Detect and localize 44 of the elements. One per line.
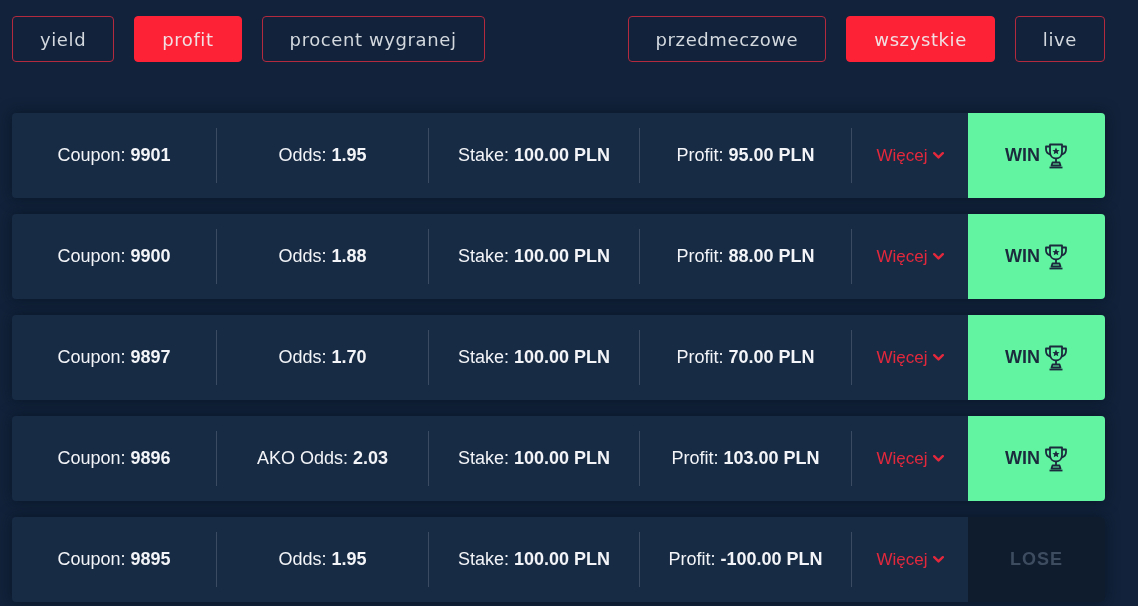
bet-type-tab[interactable]: wszystkie — [846, 16, 995, 62]
metric-tab[interactable]: yield — [12, 16, 115, 62]
metric-tab[interactable]: procent wygranej — [261, 16, 485, 62]
coupon-number: Coupon: 9897 — [57, 347, 171, 368]
odds-value: Odds: 1.95 — [278, 549, 367, 570]
more-link[interactable]: Więcej — [876, 246, 944, 267]
more-link[interactable]: Więcej — [876, 448, 944, 469]
coupon-number: Coupon: 9901 — [57, 145, 171, 166]
chevron-down-icon — [932, 152, 944, 159]
bet-type-tab[interactable]: live — [1014, 16, 1105, 62]
odds-value: AKO Odds: 2.03 — [256, 448, 389, 469]
odds-value: Odds: 1.88 — [278, 246, 367, 267]
odds-value: Odds: 1.70 — [278, 347, 367, 368]
trophy-icon — [1044, 344, 1068, 371]
more-link[interactable]: Więcej — [876, 347, 944, 368]
stake-amount: Stake: 100.00 PLN — [457, 145, 611, 166]
coupon-number: Coupon: 9900 — [57, 246, 171, 267]
profit-amount: Profit: 103.00 PLN — [671, 448, 820, 469]
chevron-down-icon — [932, 455, 944, 462]
trophy-icon — [1044, 445, 1068, 472]
result-text: WIN — [1005, 448, 1040, 469]
profit-amount: Profit: 88.00 PLN — [676, 246, 815, 267]
more-link[interactable]: Więcej — [876, 549, 944, 570]
odds-value: Odds: 1.95 — [278, 145, 367, 166]
profit-amount: Profit: 70.00 PLN — [676, 347, 815, 368]
result-text: WIN — [1005, 145, 1040, 166]
coupon-number: Coupon: 9896 — [57, 448, 171, 469]
chevron-down-icon — [932, 253, 944, 260]
chevron-down-icon — [932, 354, 944, 361]
result-text: WIN — [1005, 246, 1040, 267]
profit-amount: Profit: -100.00 PLN — [668, 549, 823, 570]
metric-tab[interactable]: profit — [134, 16, 242, 62]
chevron-down-icon — [932, 556, 944, 563]
stake-amount: Stake: 100.00 PLN — [457, 347, 611, 368]
more-link[interactable]: Więcej — [876, 145, 944, 166]
result-text: WIN — [1005, 347, 1040, 368]
bet-type-tab[interactable]: przedmeczowe — [627, 16, 827, 62]
stake-amount: Stake: 100.00 PLN — [457, 246, 611, 267]
trophy-icon — [1044, 142, 1068, 169]
stake-amount: Stake: 100.00 PLN — [457, 549, 611, 570]
coupon-number: Coupon: 9895 — [57, 549, 171, 570]
trophy-icon — [1044, 243, 1068, 270]
stake-amount: Stake: 100.00 PLN — [457, 448, 611, 469]
profit-amount: Profit: 95.00 PLN — [676, 145, 815, 166]
